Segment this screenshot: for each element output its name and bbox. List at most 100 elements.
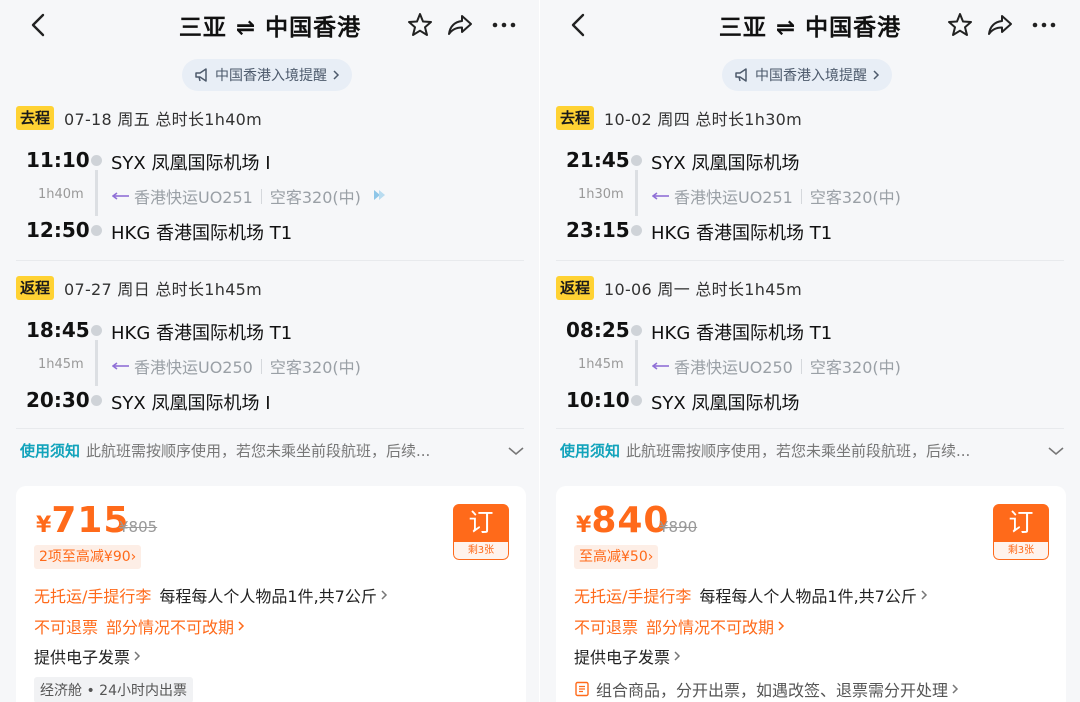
segment-header: 返程 07-27 周日 总时长1h45m	[16, 276, 262, 300]
segment-header: 去程 07-18 周五 总时长1h40m	[16, 106, 262, 130]
rules-text: 此航班需按顺序使用，若您未乘坐前段航班，后续...	[626, 442, 971, 460]
price-value: 715	[51, 500, 130, 541]
departure-airport: HKG 香港国际机场 T1	[111, 323, 293, 344]
flight-info: 香港快运UO250 空客320(中)	[112, 354, 361, 378]
nav-bar: 三亚 ⇌ 中国香港	[0, 0, 540, 50]
currency-symbol: ¥	[36, 513, 52, 538]
more-icon[interactable]	[490, 11, 518, 39]
megaphone-icon	[735, 68, 747, 82]
departure-dot	[91, 155, 102, 166]
departure-dot	[631, 325, 642, 336]
departure-time: 18:45	[26, 318, 90, 342]
segment-date: 10-06 周一 总时长1h45m	[604, 280, 803, 299]
discount-badge[interactable]: 2项至高减¥90›	[34, 545, 142, 569]
share-icon[interactable]	[446, 11, 474, 39]
bundle-row[interactable]: 组合商品，分开出票，如遇改签、退票需分开处理	[574, 677, 959, 701]
baggage-key: 无托运/手提行李	[574, 587, 692, 606]
flight-info-separator	[260, 188, 262, 204]
arrival-time: 10:10	[566, 388, 630, 412]
departure-airport: SYX 凤凰国际机场 I	[111, 153, 271, 174]
departure-time: 11:10	[26, 148, 90, 172]
refund-row[interactable]: 不可退票 部分情况不可改期	[574, 614, 785, 638]
flight-info: 香港快运UO251 空客320(中)	[652, 184, 901, 208]
rules-label: 使用须知	[560, 442, 621, 460]
baggage-key: 无托运/手提行李	[34, 587, 152, 606]
chevron-down-icon	[1048, 446, 1064, 455]
flight-info-separator	[800, 188, 802, 204]
invoice-row[interactable]: 提供电子发票	[574, 644, 681, 668]
book-button[interactable]: 订 剩3张	[453, 504, 509, 560]
usage-rules[interactable]: 使用须知 此航班需按顺序使用，若您未乘坐前段航班，后续...	[20, 440, 525, 461]
arrival-airport: SYX 凤凰国际机场 I	[111, 393, 271, 414]
play-icon[interactable]	[372, 188, 386, 202]
departure-airport: SYX 凤凰国际机场	[651, 153, 800, 174]
invoice-text: 提供电子发票	[574, 648, 671, 667]
bundle-text: 组合商品，分开出票，如遇改签、退票需分开处理	[596, 681, 949, 700]
book-label: 订	[453, 504, 509, 542]
fare-card: ¥715 ¥805 2项至高减¥90› 订 剩3张 无托运/手提行李 每程每人个…	[16, 486, 526, 702]
more-icon[interactable]	[1030, 11, 1058, 39]
fare-price: ¥840	[576, 500, 669, 541]
nav-bar: 三亚 ⇌ 中国香港	[540, 0, 1080, 50]
arrival-dot	[91, 395, 102, 406]
back-arrow-icon[interactable]	[26, 12, 52, 38]
refund-row[interactable]: 不可退票 部分情况不可改期	[34, 614, 245, 638]
refund-policy: 不可退票	[574, 618, 639, 637]
notice-label: 中国香港入境提醒	[755, 68, 867, 84]
chevron-right-icon	[952, 684, 959, 694]
change-policy: 部分情况不可改期	[646, 618, 775, 637]
segment-divider	[16, 260, 524, 261]
discount-badge[interactable]: 至高减¥50›	[574, 545, 659, 569]
timeline-line	[635, 170, 638, 216]
flight-number: 香港快运UO251	[674, 188, 793, 207]
share-icon[interactable]	[986, 11, 1014, 39]
outbound-badge: 去程	[16, 106, 55, 130]
book-button[interactable]: 订 剩3张	[993, 504, 1049, 560]
arrival-dot	[631, 225, 642, 236]
baggage-row[interactable]: 无托运/手提行李 每程每人个人物品1件,共7公斤	[34, 583, 388, 607]
star-icon[interactable]	[946, 11, 974, 39]
timeline-line	[95, 170, 98, 216]
arrival-airport: SYX 凤凰国际机场	[651, 393, 800, 414]
flight-number: 香港快运UO250	[134, 358, 253, 377]
segment-date: 07-27 周日 总时长1h45m	[64, 280, 263, 299]
airline-icon	[652, 362, 669, 370]
aircraft-type: 空客320(中)	[809, 358, 901, 377]
rules-label: 使用须知	[20, 442, 81, 460]
entry-notice-pill[interactable]: 中国香港入境提醒	[722, 59, 892, 91]
arrival-airport: HKG 香港国际机场 T1	[111, 223, 293, 244]
fare-card: ¥840 ¥890 至高减¥50› 订 剩3张 无托运/手提行李 每程每人个人物…	[556, 486, 1066, 702]
timeline-line	[95, 340, 98, 386]
entry-notice-pill[interactable]: 中国香港入境提醒	[182, 59, 352, 91]
chevron-right-icon	[333, 70, 340, 80]
page-title: 三亚 ⇌ 中国香港	[718, 15, 902, 41]
arrival-airport: HKG 香港国际机场 T1	[651, 223, 833, 244]
original-price: ¥805	[119, 518, 158, 536]
invoice-row[interactable]: 提供电子发票	[34, 644, 141, 668]
timeline-line	[635, 340, 638, 386]
baggage-row[interactable]: 无托运/手提行李 每程每人个人物品1件,共7公斤	[574, 583, 928, 607]
star-icon[interactable]	[406, 11, 434, 39]
screenshot-pair: 三亚 ⇌ 中国香港 中国香港入境提醒 去程 07-18 周五 总时长1h40m …	[0, 0, 1080, 702]
usage-rules[interactable]: 使用须知 此航班需按顺序使用，若您未乘坐前段航班，后续...	[560, 440, 1065, 461]
rules-text: 此航班需按顺序使用，若您未乘坐前段航班，后续...	[86, 442, 431, 460]
segment-divider	[556, 260, 1064, 261]
arrival-dot	[91, 225, 102, 236]
change-policy: 部分情况不可改期	[106, 618, 235, 637]
flight-info-separator	[800, 358, 802, 374]
airline-icon	[112, 192, 129, 200]
aircraft-type: 空客320(中)	[269, 188, 361, 207]
book-label: 订	[993, 504, 1049, 542]
flight-duration: 1h45m	[578, 357, 624, 372]
arrival-time: 23:15	[566, 218, 630, 242]
departure-dot	[631, 155, 642, 166]
rules-divider	[556, 428, 1064, 429]
chevron-right-icon	[381, 590, 387, 600]
price-value: 840	[591, 500, 670, 541]
segment-date: 07-18 周五 总时长1h40m	[64, 110, 263, 129]
arrival-dot	[631, 395, 642, 406]
segment-header: 去程 10-02 周四 总时长1h30m	[556, 106, 802, 130]
back-arrow-icon[interactable]	[566, 12, 592, 38]
page-title: 三亚 ⇌ 中国香港	[178, 15, 362, 41]
cabin-tag: 经济舱 • 24小时内出票	[34, 677, 193, 702]
